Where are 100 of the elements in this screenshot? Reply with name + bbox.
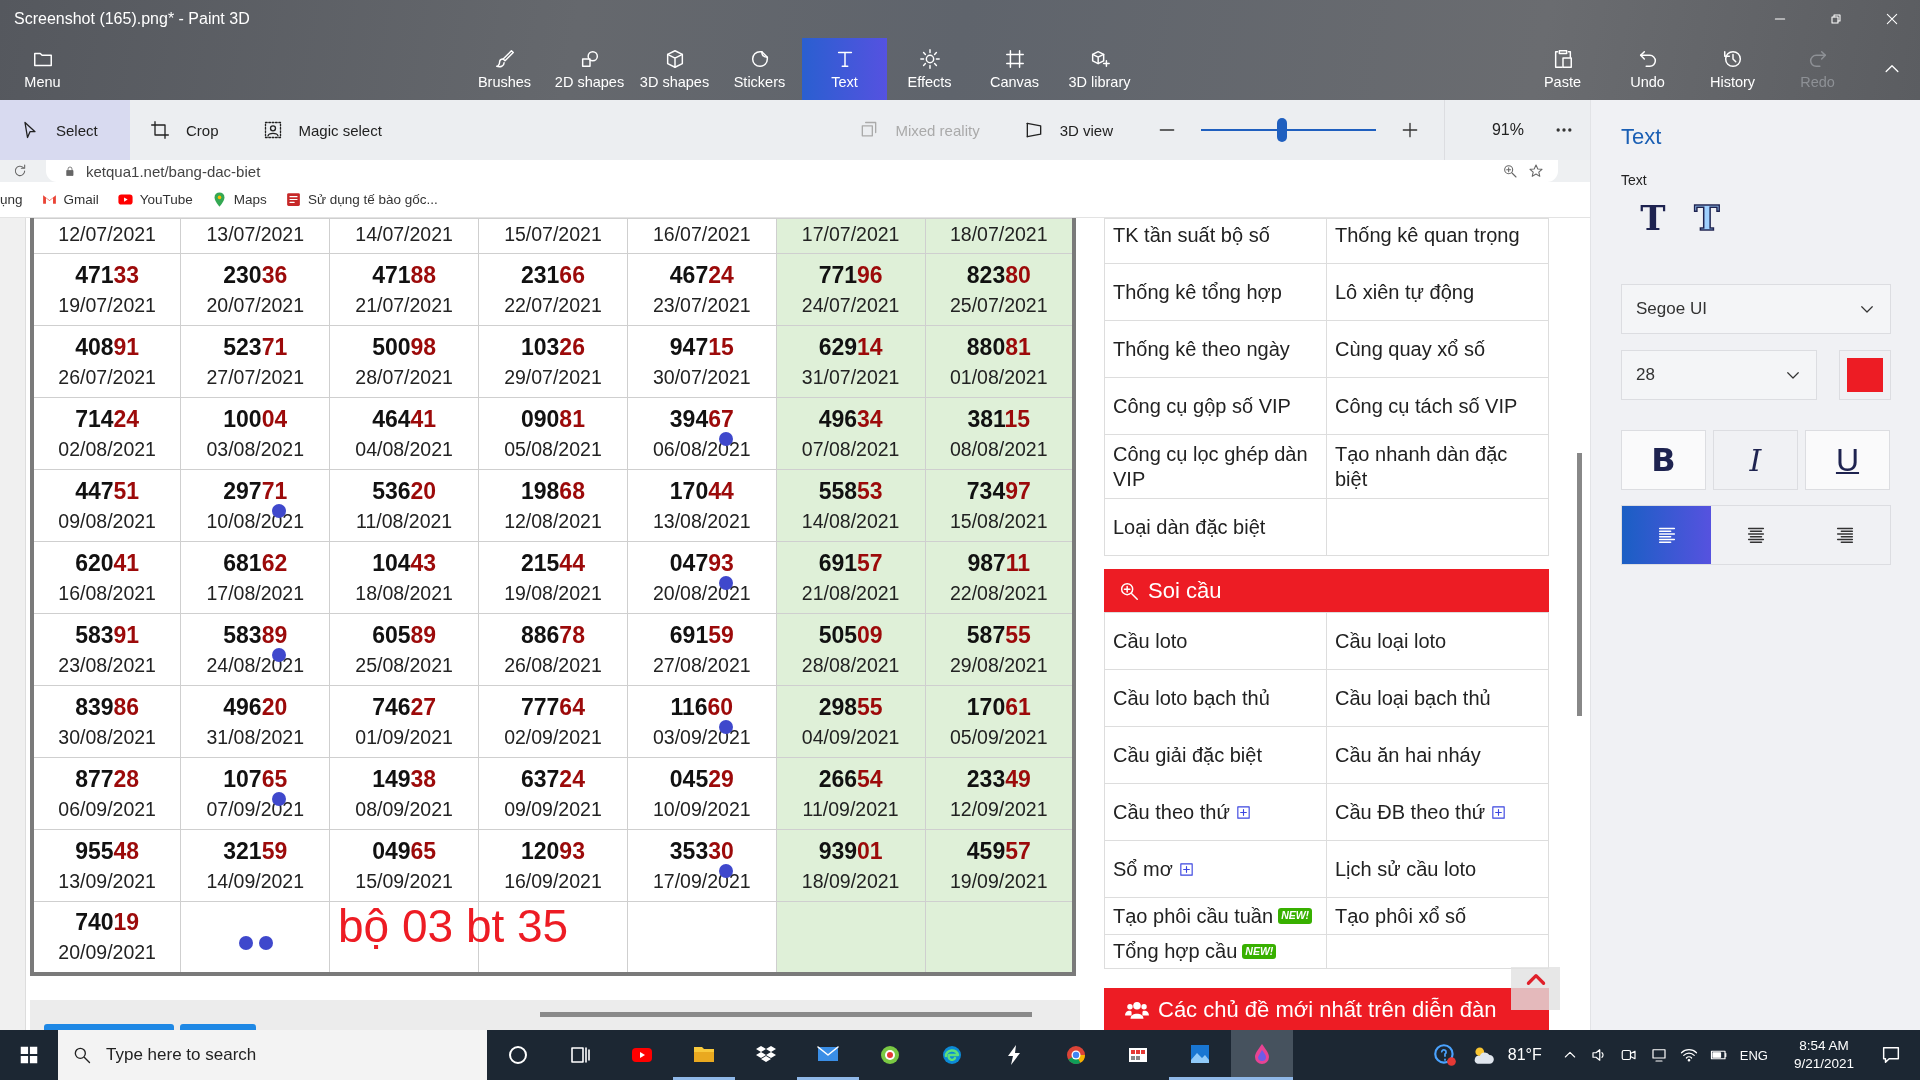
bookmark[interactable]: ụng xyxy=(0,192,23,207)
scrollbar[interactable] xyxy=(540,1011,1032,1017)
new-badge: NEW! xyxy=(1278,908,1313,924)
history-button[interactable]: History xyxy=(1690,38,1775,100)
date-text: 08/09/2021 xyxy=(354,797,454,822)
expand-icon[interactable] xyxy=(1234,803,1252,821)
star-icon[interactable] xyxy=(1528,163,1544,179)
bookmark[interactable]: Maps xyxy=(210,191,267,208)
scrollbar[interactable] xyxy=(1577,453,1582,716)
menu-button[interactable]: Menu xyxy=(0,38,85,100)
date-text: 02/09/2021 xyxy=(503,725,603,750)
date-text: 12/09/2021 xyxy=(948,797,1049,822)
windows-icon[interactable] xyxy=(18,1044,40,1066)
bookmark[interactable]: Sử dụng tế bào gốc... xyxy=(284,191,438,208)
tool-tab[interactable]: Stickers xyxy=(717,38,802,100)
align-left-button[interactable] xyxy=(1622,506,1712,564)
link[interactable]: Cầu loto xyxy=(1113,628,1188,654)
date-text: 07/08/2021 xyxy=(800,437,901,462)
bold-button[interactable]: B xyxy=(1621,430,1706,490)
tool-tab[interactable]: Brushes xyxy=(462,38,547,100)
date-text: 28/07/2021 xyxy=(354,365,454,390)
zoom-icon[interactable] xyxy=(1502,163,1518,179)
bookmark[interactable]: Gmail xyxy=(40,191,99,208)
help-icon[interactable] xyxy=(1431,1042,1458,1068)
date-text: 05/09/2021 xyxy=(948,725,1049,750)
canvas-text[interactable]: bộ 03 bt 35 xyxy=(338,901,569,952)
view-3d-button[interactable]: 3D view xyxy=(1003,100,1137,160)
slider-thumb[interactable] xyxy=(1276,118,1287,142)
tool-tab[interactable]: Text xyxy=(802,38,887,100)
link[interactable]: Sổ mơ xyxy=(1113,856,1173,882)
date-text: 23/07/2021 xyxy=(652,293,752,318)
date-text: 11/09/2021 xyxy=(801,797,900,822)
search-field[interactable]: Type here to search xyxy=(58,1030,487,1080)
notification-icon[interactable] xyxy=(1880,1044,1902,1066)
reload-icon[interactable] xyxy=(12,163,28,179)
font-dropdown[interactable]: Segoe UI xyxy=(1621,284,1891,334)
date-text: 25/08/2021 xyxy=(354,653,454,678)
date-text: 14/08/2021 xyxy=(800,509,901,534)
close-icon[interactable] xyxy=(1884,11,1900,27)
lock-icon xyxy=(64,165,76,177)
size-dropdown[interactable]: 28 xyxy=(1621,350,1817,400)
date-text: 07/09/2021 xyxy=(205,797,306,822)
language[interactable]: ENG xyxy=(1739,1047,1768,1063)
temperature[interactable]: 81°F xyxy=(1507,1046,1542,1064)
window-title: Screenshot (165).png* - Paint 3D xyxy=(14,10,251,28)
undo-button[interactable]: Undo xyxy=(1605,38,1690,100)
date-text: 13/08/2021 xyxy=(652,509,752,534)
crop-tool[interactable]: Crop xyxy=(130,100,243,160)
select-tool[interactable]: Select xyxy=(0,100,130,160)
date-text: 25/07/2021 xyxy=(948,293,1049,318)
wifi-icon[interactable] xyxy=(1679,1046,1698,1064)
circle-icon xyxy=(506,1043,530,1067)
tool-tab[interactable]: 2D shapes xyxy=(547,38,632,100)
tool-tab[interactable]: 3D library xyxy=(1057,38,1142,100)
date-text: 22/08/2021 xyxy=(948,581,1049,606)
screen-icon[interactable] xyxy=(1649,1046,1668,1064)
restore-icon[interactable] xyxy=(1828,11,1844,27)
date-text: 14/09/2021 xyxy=(205,869,306,894)
magic-tool[interactable]: Magic select xyxy=(242,100,406,160)
brush-icon xyxy=(493,48,516,70)
bookmark[interactable]: YouTube xyxy=(116,191,193,208)
link[interactable]: Tạo phôi cầu tuần xyxy=(1113,903,1274,929)
date-text: 13/07/2021 xyxy=(205,222,306,247)
date-text: 20/07/2021 xyxy=(205,293,306,318)
paste-button[interactable]: Paste xyxy=(1520,38,1605,100)
date-text: 09/08/2021 xyxy=(57,509,157,534)
address-bar[interactable]: ketqua1.net/bang-dac-biet xyxy=(46,160,1558,182)
date-text: 12/07/2021 xyxy=(57,222,157,247)
date-text: 23/08/2021 xyxy=(57,653,157,678)
date-text: 22/07/2021 xyxy=(503,293,603,318)
date-text: 29/08/2021 xyxy=(948,653,1049,678)
date-text: 26/07/2021 xyxy=(57,365,157,390)
2d-text-button[interactable]: T xyxy=(1635,198,1671,238)
date-text: 15/07/2021 xyxy=(503,222,603,247)
tool-tab[interactable]: 3D shapes xyxy=(632,38,717,100)
zoom-in-icon[interactable] xyxy=(1400,120,1420,140)
tool-tab[interactable]: Effects xyxy=(887,38,972,100)
date-text: 09/09/2021 xyxy=(503,797,603,822)
section-header: Các chủ đề mới nhất trên diễn đàn xyxy=(1104,988,1549,1030)
date-text: 28/08/2021 xyxy=(800,653,901,678)
date-text: 16/07/2021 xyxy=(652,222,752,247)
expand-icon[interactable] xyxy=(1177,860,1195,878)
link[interactable]: Tổng hợp cầu xyxy=(1113,939,1238,964)
expand-icon[interactable] xyxy=(1490,803,1508,821)
date-text: 05/08/2021 xyxy=(503,437,603,462)
tool-tab[interactable]: Canvas xyxy=(972,38,1057,100)
date-text: 27/07/2021 xyxy=(205,365,306,390)
date-text: 19/07/2021 xyxy=(57,293,157,318)
color-picker[interactable] xyxy=(1839,350,1891,400)
date-text: 18/08/2021 xyxy=(354,581,454,606)
date-text: 21/07/2021 xyxy=(354,293,454,318)
italic-button[interactable]: I xyxy=(1713,430,1798,490)
date-text: 20/08/2021 xyxy=(652,581,752,606)
underline-button[interactable]: U xyxy=(1805,430,1890,490)
scroll-top-button[interactable] xyxy=(1511,967,1560,1010)
clock-time[interactable]: 8:54 AM xyxy=(1799,1037,1849,1055)
clock-date[interactable]: 9/21/2021 xyxy=(1793,1055,1854,1073)
date-text: 02/08/2021 xyxy=(57,437,157,462)
date-text: 17/07/2021 xyxy=(800,222,901,247)
date-text: 04/09/2021 xyxy=(800,725,901,750)
